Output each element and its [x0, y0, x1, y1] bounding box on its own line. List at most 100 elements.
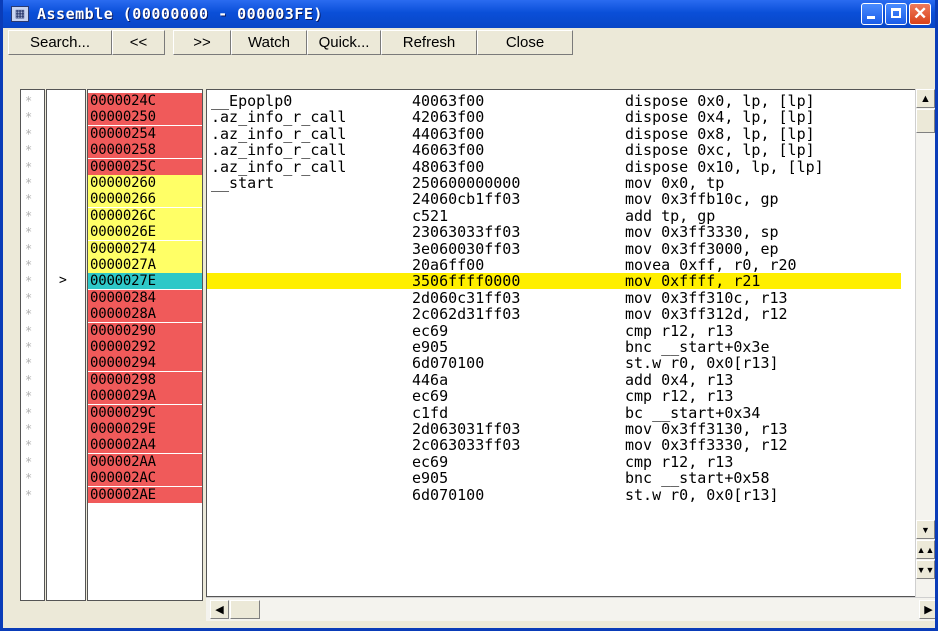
title-bar[interactable]: ▦ Assemble (00000000 - 000003FE) ✕ [3, 0, 935, 28]
disassembly-row[interactable]: 24060cb1ff03 mov 0x3ffb10c, gp [207, 191, 901, 207]
disassembly-row[interactable]: c1fd bc __start+0x34 [207, 405, 901, 421]
disassembly-row[interactable]: 3e060030ff03 mov 0x3ff3000, ep [207, 241, 901, 257]
disassembly-row[interactable]: ec69 cmp r12, r13 [207, 454, 901, 470]
page-up-button[interactable]: ▲▲ [916, 540, 935, 559]
breakpoint-marker[interactable]: * [21, 306, 32, 322]
window-app-icon: ▦ [11, 6, 29, 22]
breakpoint-marker[interactable]: * [21, 191, 32, 207]
breakpoint-marker[interactable]: * [21, 241, 32, 257]
breakpoint-marker[interactable]: * [21, 323, 32, 339]
disassembly-row[interactable]: e905 bnc __start+0x58 [207, 470, 901, 486]
disassembly-row[interactable]: 3506ffff0000 mov 0xffff, r21 [207, 272, 901, 291]
opcode-hex: 48063f00 [412, 157, 485, 176]
disassembly-pane[interactable]: __Epoplp0 40063f00 dispose 0x0, lp, [lp] .a… [206, 89, 920, 597]
instruction-text: mov 0x3ff3000, ep [625, 239, 779, 258]
hscroll-thumb[interactable] [230, 600, 260, 619]
opcode-hex: 2d060c31ff03 [412, 288, 521, 307]
disassembly-row[interactable]: .az_info_r_call 48063f00 dispose 0x10, lp,… [207, 159, 901, 175]
horizontal-scrollbar[interactable]: ◀ ▶ [206, 597, 935, 621]
scroll-left-button[interactable]: ◀ [210, 600, 229, 619]
maximize-button[interactable] [885, 3, 907, 25]
vertical-scrollbar[interactable]: ▲ ▼ ▲▲ ▼▼ [915, 89, 935, 597]
disassembly-row[interactable]: 2d063031ff03 mov 0x3ff3130, r13 [207, 421, 901, 437]
scroll-thumb[interactable] [916, 109, 935, 133]
scroll-right-button[interactable]: ▶ [919, 600, 935, 619]
opcode-hex: c1fd [412, 403, 449, 422]
breakpoint-marker[interactable]: * [21, 454, 32, 470]
close-button[interactable]: Close [477, 30, 573, 55]
disassembly-row[interactable]: .az_info_r_call 42063f00 dispose 0x4, lp, … [207, 109, 901, 125]
disassembly-row[interactable]: ec69 cmp r12, r13 [207, 323, 901, 339]
scroll-down-button[interactable]: ▼ [916, 520, 935, 539]
breakpoint-marker[interactable]: * [21, 159, 32, 175]
disassembly-row[interactable]: __Epoplp0 40063f00 dispose 0x0, lp, [lp] [207, 93, 901, 109]
opcode-hex: 446a [412, 370, 449, 389]
breakpoint-marker[interactable]: * [21, 93, 32, 109]
disassembly-row[interactable]: 446a add 0x4, r13 [207, 372, 901, 388]
pc-pointer-column[interactable]: > [46, 89, 86, 601]
address-cell: 00000260 [88, 175, 202, 191]
breakpoint-marker[interactable]: * [21, 388, 32, 404]
disassembly-row[interactable]: 2d060c31ff03 mov 0x3ff310c, r13 [207, 290, 901, 306]
opcode-hex: 3506ffff0000 [412, 272, 521, 291]
breakpoint-marker[interactable]: * [21, 175, 32, 191]
opcode-hex: 2d063031ff03 [412, 420, 521, 438]
opcode-hex: e905 [412, 338, 449, 356]
breakpoint-marker[interactable]: * [21, 421, 32, 437]
breakpoint-marker[interactable]: * [21, 290, 32, 306]
breakpoint-marker[interactable]: * [21, 126, 32, 142]
search-button[interactable]: Search... [8, 30, 112, 55]
breakpoint-marker[interactable]: * [21, 257, 32, 273]
disassembly-row[interactable]: .az_info_r_call 46063f00 dispose 0xc, lp, … [207, 142, 901, 158]
disassembly-row[interactable]: __start 250600000000 mov 0x0, tp [207, 175, 901, 191]
symbol-label: .az_info_r_call [211, 124, 347, 143]
breakpoint-marker[interactable]: * [21, 437, 32, 453]
breakpoint-marker[interactable]: * [21, 339, 32, 355]
instruction-text: mov 0xffff, r21 [625, 272, 761, 291]
watch-button[interactable]: Watch [231, 30, 307, 55]
breakpoint-marker[interactable]: * [21, 405, 32, 421]
breakpoint-marker[interactable]: * [21, 224, 32, 240]
breakpoint-marker[interactable]: * [21, 372, 32, 388]
breakpoint-marker[interactable]: * [21, 109, 32, 125]
disassembly-row[interactable]: 6d070100 st.w r0, 0x0[r13] [207, 487, 901, 503]
breakpoint-marker[interactable]: * [21, 355, 32, 371]
opcode-hex: 46063f00 [412, 141, 485, 160]
disassembly-row[interactable]: 2c063033ff03 mov 0x3ff3330, r12 [207, 437, 901, 453]
minimize-button[interactable] [861, 3, 883, 25]
opcode-hex: ec69 [412, 452, 449, 471]
breakpoint-marker[interactable]: * [21, 470, 32, 486]
page-down-button[interactable]: ▼▼ [916, 560, 935, 579]
disassembly-row[interactable]: 23063033ff03 mov 0x3ff3330, sp [207, 224, 901, 240]
address-cell: 0000026E [88, 224, 202, 241]
window-close-button[interactable]: ✕ [909, 3, 931, 25]
instruction-text: add 0x4, r13 [625, 370, 734, 389]
breakpoint-marker[interactable]: * [21, 273, 32, 289]
disassembly-row[interactable]: .az_info_r_call 44063f00 dispose 0x8, lp, … [207, 126, 901, 142]
prev-button[interactable]: << [112, 30, 165, 55]
disassembly-row[interactable]: 2c062d31ff03 mov 0x3ff312d, r12 [207, 306, 901, 322]
breakpoint-column[interactable]: * * * * * * * * * * * * * * * * * * * * * * * * * [20, 89, 45, 601]
instruction-text: dispose 0x8, lp, [lp] [625, 124, 815, 143]
disassembly-row[interactable]: c521 add tp, gp [207, 208, 901, 224]
next-button[interactable]: >> [173, 30, 231, 55]
address-cell: 00000290 [88, 322, 202, 339]
opcode-hex: 24060cb1ff03 [412, 190, 521, 209]
address-cell: 000002AC [88, 470, 202, 487]
assemble-window: ▦ Assemble (00000000 - 000003FE) ✕ Searc… [0, 0, 938, 631]
address-cell: 00000298 [88, 371, 202, 388]
quick-button[interactable]: Quick... [307, 30, 381, 55]
address-cell: 0000027A [88, 257, 202, 273]
disassembly-row[interactable]: ec69 cmp r12, r13 [207, 388, 901, 404]
opcode-hex: 20a6ff00 [412, 256, 485, 274]
disassembly-row[interactable]: 6d070100 st.w r0, 0x0[r13] [207, 355, 901, 371]
disassembly-row[interactable]: 20a6ff00 movea 0xff, r0, r20 [207, 257, 901, 273]
breakpoint-marker[interactable]: * [21, 142, 32, 158]
refresh-button[interactable]: Refresh [381, 30, 477, 55]
address-cell: 00000254 [88, 125, 202, 142]
breakpoint-marker[interactable]: * [21, 487, 32, 503]
breakpoint-marker[interactable]: * [21, 208, 32, 224]
address-cell: 00000284 [88, 289, 202, 306]
disassembly-row[interactable]: e905 bnc __start+0x3e [207, 339, 901, 355]
scroll-up-button[interactable]: ▲ [916, 89, 935, 108]
